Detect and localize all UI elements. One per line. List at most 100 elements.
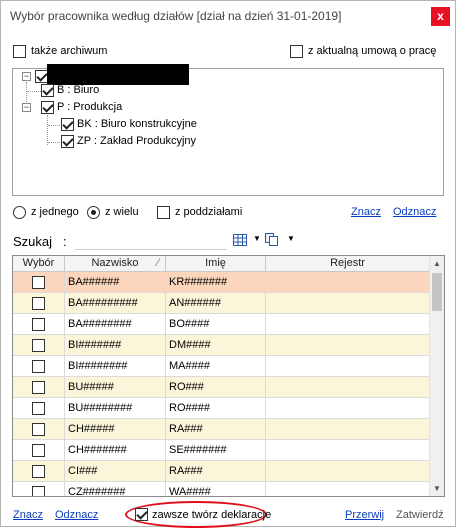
table-row[interactable]: CI### RA### xyxy=(13,461,429,482)
mark-all-link[interactable]: Znacz xyxy=(351,206,381,218)
close-button[interactable]: x xyxy=(431,7,450,26)
tree-node-checkbox-zp[interactable] xyxy=(61,135,74,148)
scroll-down-icon[interactable]: ▼ xyxy=(433,484,441,493)
select-cell xyxy=(13,377,65,398)
column-header-surname[interactable]: Nazwisko ⁄ xyxy=(65,256,166,272)
table-row[interactable]: BI######## MA#### xyxy=(13,356,429,377)
register-cell xyxy=(266,293,429,314)
select-cell xyxy=(13,272,65,293)
register-cell xyxy=(266,356,429,377)
surname-cell: BU##### xyxy=(65,377,166,398)
subdepartments-checkbox[interactable] xyxy=(157,206,170,219)
row-select-checkbox[interactable] xyxy=(32,360,45,373)
row-select-checkbox[interactable] xyxy=(32,318,45,331)
redacted-root-label xyxy=(47,64,189,85)
employee-grid: Wybór Nazwisko ⁄ Imię Rejestr BA###### KR… xyxy=(12,255,445,497)
select-cell xyxy=(13,482,65,496)
select-cell xyxy=(13,440,65,461)
name-cell: SE####### xyxy=(166,440,266,461)
tree-node-checkbox-b[interactable] xyxy=(41,84,54,97)
column-header-select[interactable]: Wybór xyxy=(13,256,65,272)
grid-view-icon[interactable] xyxy=(233,234,247,249)
footer-unmark-all-link[interactable]: Odznacz xyxy=(55,509,98,521)
row-select-checkbox[interactable] xyxy=(32,402,45,415)
tree-connector xyxy=(48,125,60,126)
row-select-checkbox[interactable] xyxy=(32,444,45,457)
surname-cell: BI######## xyxy=(65,356,166,377)
tree-node-label-p: P : Produkcja xyxy=(57,101,123,113)
table-row[interactable]: BA######## BO#### xyxy=(13,314,429,335)
grid-view-dropdown-icon[interactable]: ▼ xyxy=(253,234,261,243)
collapse-p-icon[interactable]: − xyxy=(22,103,31,112)
select-cell xyxy=(13,419,65,440)
grid-header: Wybór Nazwisko ⁄ Imię Rejestr xyxy=(13,256,429,272)
column-header-register[interactable]: Rejestr xyxy=(266,256,429,272)
name-cell: BO#### xyxy=(166,314,266,335)
select-cell xyxy=(13,356,65,377)
register-cell xyxy=(266,272,429,293)
select-cell xyxy=(13,398,65,419)
row-select-checkbox[interactable] xyxy=(32,465,45,478)
table-row[interactable]: BA######### AN###### xyxy=(13,293,429,314)
tree-node-checkbox-p[interactable] xyxy=(41,101,54,114)
select-cell xyxy=(13,293,65,314)
unmark-all-link[interactable]: Odznacz xyxy=(393,206,436,218)
row-select-checkbox[interactable] xyxy=(32,339,45,352)
interrupt-button[interactable]: Przerwij xyxy=(345,509,384,521)
sort-indicator-icon: ⁄ xyxy=(157,257,159,269)
register-cell xyxy=(266,461,429,482)
table-row[interactable]: BI####### DM#### xyxy=(13,335,429,356)
footer-mark-all-link[interactable]: Znacz xyxy=(13,509,43,521)
collapse-root-icon[interactable]: − xyxy=(22,72,31,81)
surname-cell: BI####### xyxy=(65,335,166,356)
copy-icon[interactable] xyxy=(265,233,279,249)
table-row[interactable]: BA###### KR####### xyxy=(13,272,429,293)
scrollbar-thumb[interactable] xyxy=(432,273,442,311)
register-cell xyxy=(266,482,429,496)
search-input[interactable] xyxy=(75,233,227,250)
register-cell xyxy=(266,440,429,461)
current-contract-checkbox[interactable] xyxy=(290,45,303,58)
column-header-name[interactable]: Imię xyxy=(166,256,266,272)
multi-radio-label: z wielu xyxy=(105,206,139,218)
single-radio[interactable] xyxy=(13,206,26,219)
select-cell xyxy=(13,461,65,482)
row-select-checkbox[interactable] xyxy=(32,486,45,496)
department-tree: − B : Biuro − P : Produkcja BK : Biuro k… xyxy=(12,64,444,196)
register-cell xyxy=(266,398,429,419)
surname-cell: BA######### xyxy=(65,293,166,314)
tree-node-label-zp: ZP : Zakład Produkcyjny xyxy=(77,135,197,147)
current-contract-label: z aktualną umową o pracę xyxy=(308,45,437,57)
table-row[interactable]: BU##### RO### xyxy=(13,377,429,398)
name-cell: DM#### xyxy=(166,335,266,356)
row-select-checkbox[interactable] xyxy=(32,276,45,289)
archive-checkbox[interactable] xyxy=(13,45,26,58)
name-cell: RA### xyxy=(166,461,266,482)
row-select-checkbox[interactable] xyxy=(32,423,45,436)
row-select-checkbox[interactable] xyxy=(32,381,45,394)
name-cell: KR####### xyxy=(166,272,266,293)
subdepartments-label: z poddziałami xyxy=(175,206,243,218)
table-row[interactable]: CH##### RA### xyxy=(13,419,429,440)
table-row[interactable]: BU######## RO#### xyxy=(13,398,429,419)
name-cell: RO### xyxy=(166,377,266,398)
multi-radio[interactable] xyxy=(87,206,100,219)
row-select-checkbox[interactable] xyxy=(32,297,45,310)
surname-cell: BA###### xyxy=(65,272,166,293)
table-row[interactable]: CH####### SE####### xyxy=(13,440,429,461)
tree-node-checkbox-bk[interactable] xyxy=(61,118,74,131)
vertical-scrollbar[interactable]: ▲ ▼ xyxy=(429,256,444,496)
copy-dropdown-icon[interactable]: ▼ xyxy=(287,234,295,243)
select-cell xyxy=(13,335,65,356)
register-cell xyxy=(266,314,429,335)
table-row[interactable]: CZ####### WA#### xyxy=(13,482,429,496)
surname-cell: CI### xyxy=(65,461,166,482)
name-cell: RA### xyxy=(166,419,266,440)
tree-node-label-b: B : Biuro xyxy=(57,84,100,96)
name-cell: RO#### xyxy=(166,398,266,419)
name-cell: MA#### xyxy=(166,356,266,377)
confirm-button[interactable]: Zatwierdź xyxy=(396,509,444,521)
name-cell: WA#### xyxy=(166,482,266,496)
always-create-declaration-checkbox[interactable] xyxy=(135,508,148,521)
scroll-up-icon[interactable]: ▲ xyxy=(433,259,441,268)
